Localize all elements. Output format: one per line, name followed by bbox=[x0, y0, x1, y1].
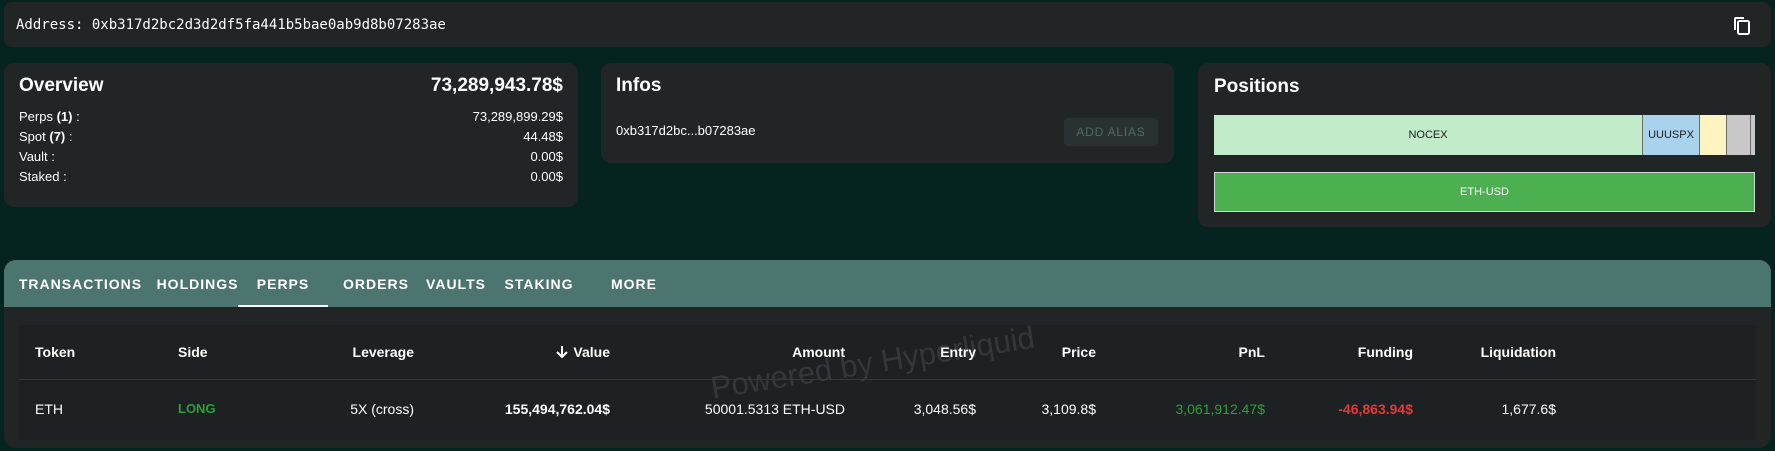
table-row[interactable]: ETH LONG 5X (cross) 155,494,762.04$ 5000… bbox=[19, 381, 1756, 436]
tab-transactions[interactable]: TRANSACTIONS bbox=[4, 260, 157, 307]
cell-pnl: 3,061,912.47$ bbox=[1175, 400, 1265, 417]
cell-leverage: 5X (cross) bbox=[350, 400, 414, 417]
treemap-cell-small[interactable] bbox=[1700, 115, 1727, 155]
overview-card: Overview 73,289,943.78$ Perps (1) : 73,2… bbox=[4, 63, 578, 207]
treemap-cell-uuuspx[interactable]: UUUSPX bbox=[1643, 115, 1700, 155]
infos-title: Infos bbox=[616, 75, 662, 96]
cell-value: 155,494,762.04$ bbox=[504, 400, 610, 417]
infos-card: Infos 0xb317d2bc...b07283ae ADD ALIAS bbox=[601, 63, 1174, 163]
tab-holdings[interactable]: HOLDINGS bbox=[157, 260, 238, 307]
perps-table: Powered by Hyperliquid Token Side Levera… bbox=[19, 320, 1756, 440]
overview-row-vault: Vault : 0.00$ bbox=[19, 147, 563, 167]
cell-funding: -46,863.94$ bbox=[1338, 400, 1413, 417]
treemap-cell-nocex[interactable]: NOCEX bbox=[1214, 115, 1643, 155]
overview-total: 73,289,943.78$ bbox=[430, 75, 563, 96]
cell-entry: 3,048.56$ bbox=[913, 400, 976, 417]
overview-row-staked: Staked : 0.00$ bbox=[19, 167, 563, 187]
tab-vaults[interactable]: VAULTS bbox=[424, 260, 488, 307]
overview-title: Overview bbox=[19, 75, 104, 96]
tab-staking[interactable]: STAKING bbox=[488, 260, 590, 307]
positions-treemap: NOCEX UUUSPX bbox=[1214, 115, 1755, 155]
copy-icon[interactable] bbox=[1731, 15, 1753, 37]
cell-amount: 50001.5313 ETH-USD bbox=[704, 400, 845, 417]
tab-more[interactable]: MORE bbox=[590, 260, 678, 307]
address-text: Address: 0xb317d2bc2d3d2df5fa441b5bae0ab… bbox=[16, 16, 446, 33]
positions-card: Positions NOCEX UUUSPX ETH-USD bbox=[1198, 63, 1771, 227]
overview-value: 73,289,899.29$ bbox=[472, 109, 563, 124]
header-side[interactable]: Side bbox=[178, 325, 208, 379]
cell-liquidation: 1,677.6$ bbox=[1501, 400, 1557, 417]
overview-row-spot: Spot (7) : 44.48$ bbox=[19, 127, 563, 147]
treemap-cell-small[interactable] bbox=[1751, 115, 1755, 155]
tab-perps[interactable]: PERPS bbox=[238, 260, 328, 307]
overview-value: 0.00$ bbox=[530, 169, 563, 184]
header-token[interactable]: Token bbox=[35, 325, 75, 379]
short-address: 0xb317d2bc...b07283ae bbox=[616, 123, 756, 138]
add-alias-button[interactable]: ADD ALIAS bbox=[1064, 118, 1158, 146]
treemap-cell-small[interactable] bbox=[1727, 115, 1751, 155]
cell-side: LONG bbox=[178, 401, 216, 416]
overview-row-perps: Perps (1) : 73,289,899.29$ bbox=[19, 107, 563, 127]
cell-price: 3,109.8$ bbox=[1041, 400, 1097, 417]
header-pnl[interactable]: PnL bbox=[1169, 325, 1265, 379]
header-funding[interactable]: Funding bbox=[1299, 325, 1413, 379]
header-entry[interactable]: Entry bbox=[899, 325, 976, 379]
table-header: Token Side Leverage Value Amount Entry P… bbox=[19, 325, 1756, 380]
header-value: Value bbox=[573, 344, 610, 360]
positions-table-panel: TRANSACTIONS HOLDINGS PERPS ORDERS VAULT… bbox=[4, 260, 1771, 448]
header-price[interactable]: Price bbox=[1019, 325, 1096, 379]
positions-title: Positions bbox=[1214, 76, 1300, 97]
perp-position-bar[interactable]: ETH-USD bbox=[1214, 172, 1755, 212]
header-liquidation[interactable]: Liquidation bbox=[1439, 325, 1556, 379]
tab-bar: TRANSACTIONS HOLDINGS PERPS ORDERS VAULT… bbox=[4, 260, 1771, 307]
tab-orders[interactable]: ORDERS bbox=[328, 260, 424, 307]
address-bar: Address: 0xb317d2bc2d3d2df5fa441b5bae0ab… bbox=[4, 2, 1771, 47]
header-leverage[interactable]: Leverage bbox=[319, 325, 414, 379]
overview-value: 0.00$ bbox=[530, 149, 563, 164]
cell-token: ETH bbox=[35, 400, 63, 417]
header-value-cell[interactable]: Value bbox=[499, 325, 610, 379]
arrow-down-icon bbox=[555, 345, 569, 359]
header-amount[interactable]: Amount bbox=[719, 325, 845, 379]
overview-value: 44.48$ bbox=[523, 129, 563, 144]
